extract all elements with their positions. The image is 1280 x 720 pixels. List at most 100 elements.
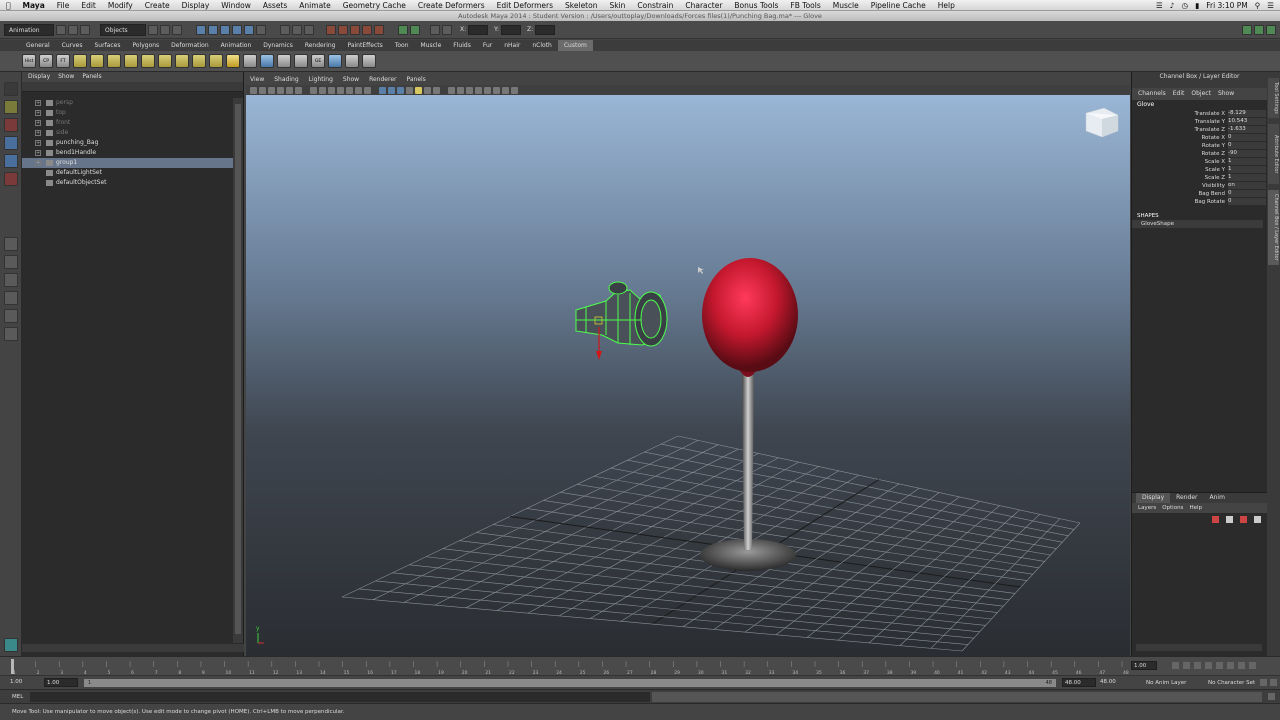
isolate-select-icon[interactable] (475, 86, 482, 94)
glove-mesh[interactable] (575, 281, 668, 347)
menu-edit-deformers[interactable]: Edit Deformers (491, 1, 559, 10)
shadows-icon[interactable] (424, 86, 431, 94)
wireframe-icon[interactable] (379, 86, 386, 94)
selected-object-name[interactable]: Glove (1132, 100, 1267, 110)
outliner-item[interactable]: + front (22, 118, 243, 128)
viewport-menu-lighting[interactable]: Lighting (309, 75, 333, 85)
xray-components-icon[interactable] (466, 86, 473, 94)
channel-attribute-row[interactable]: Bag Bend 0 (1132, 190, 1267, 198)
outliner-menu-display[interactable]: Display (28, 72, 50, 82)
command-language-label[interactable]: MEL (12, 692, 23, 702)
step-back-key-icon[interactable] (1194, 662, 1201, 669)
hypershade-icon[interactable] (362, 24, 372, 35)
smooth-shade-icon[interactable] (388, 86, 395, 94)
xray-joints-icon[interactable] (457, 86, 464, 94)
step-forward-frame-icon[interactable] (1238, 662, 1245, 669)
layer-menu-layers[interactable]: Layers (1138, 503, 1156, 513)
snap-point-icon[interactable] (220, 24, 230, 35)
history-shelf-icon[interactable]: Hist (22, 54, 36, 68)
character-set-dropdown[interactable]: No Character Set (1208, 678, 1255, 688)
viewport-menu-show[interactable]: Show (343, 75, 359, 85)
cycle-shelf-icon[interactable] (243, 54, 257, 68)
layer-h-scrollbar[interactable] (1136, 644, 1262, 651)
shelf-tab-curves[interactable]: Curves (56, 40, 89, 51)
play-forwards-icon[interactable] (1216, 662, 1223, 669)
ambient-occlusion-icon[interactable] (433, 86, 440, 94)
selection-mode-dropdown[interactable]: Objects (100, 23, 146, 36)
outliner-item[interactable]: + side (22, 128, 243, 138)
outliner-filter-field[interactable] (22, 82, 243, 92)
render-view-icon[interactable] (374, 24, 384, 35)
channel-attribute-value[interactable]: 0 (1228, 190, 1266, 197)
key-translate-shelf-icon[interactable] (90, 54, 104, 68)
key-channel-shelf-icon[interactable] (175, 54, 189, 68)
grease-pencil-icon[interactable] (295, 86, 302, 94)
menu-constrain[interactable]: Constrain (631, 1, 679, 10)
notification-icon[interactable]: ☰ (1267, 1, 1274, 10)
input-ops-icon[interactable] (280, 24, 290, 35)
bookmark-icon[interactable] (268, 86, 275, 94)
lasso-tool-icon[interactable] (4, 100, 18, 114)
select-camera-icon[interactable] (250, 86, 257, 94)
menu-window[interactable]: Window (215, 1, 257, 10)
outliner-menu-show[interactable]: Show (58, 72, 74, 82)
channel-attribute-row[interactable]: Scale Z1 (1132, 174, 1267, 182)
command-input[interactable] (30, 692, 650, 702)
render-current-icon[interactable] (326, 24, 336, 35)
menu-fb-tools[interactable]: FB Tools (784, 1, 826, 10)
channel-attribute-value[interactable]: 1 (1228, 166, 1266, 173)
channel-attribute-row[interactable]: Rotate Y0 (1132, 142, 1267, 150)
outliner-item[interactable]: + punching_Bag (22, 138, 243, 148)
paint-select-tool-icon[interactable] (4, 118, 18, 132)
set-key-shelf-icon[interactable] (73, 54, 87, 68)
expand-icon[interactable]: + (35, 100, 41, 106)
relative-transform-icon[interactable] (430, 24, 440, 35)
outliner-item[interactable]: defaultLightSet (22, 168, 243, 178)
ipr-render-icon[interactable] (338, 24, 348, 35)
channel-attribute-value[interactable]: 1 (1228, 174, 1266, 181)
channel-menu-edit[interactable]: Edit (1173, 88, 1185, 100)
channel-attribute-row[interactable]: Rotate X0 (1132, 134, 1267, 142)
resolution-gate-icon[interactable] (328, 86, 335, 94)
channel-attribute-value[interactable]: 0 (1228, 134, 1266, 141)
expand-icon[interactable]: + (35, 110, 41, 116)
playback-end-field[interactable]: 48.00 (1062, 678, 1096, 687)
channel-attribute-value[interactable]: 0 (1228, 142, 1266, 149)
channel-box-tab[interactable]: Channel Box / Layer Editor (1268, 190, 1279, 265)
menu-muscle[interactable]: Muscle (827, 1, 865, 10)
layout-four-icon[interactable] (4, 255, 18, 269)
save-scene-icon[interactable] (80, 24, 90, 35)
layout-outliner-icon[interactable] (4, 309, 18, 323)
layer-tab-render[interactable]: Render (1170, 493, 1203, 503)
snap-surface-icon[interactable] (244, 24, 254, 35)
scrollbar-thumb[interactable] (235, 104, 241, 634)
channel-attribute-value[interactable]: -8.129 (1228, 110, 1266, 117)
punching-bag[interactable] (702, 258, 798, 372)
scene-canvas[interactable]: y (246, 95, 1130, 656)
layer-menu-help[interactable]: Help (1189, 503, 1202, 513)
shelf-tab-fluids[interactable]: Fluids (447, 40, 477, 51)
new-layer-selected-icon[interactable] (1226, 516, 1233, 523)
outliner-item[interactable]: + persp (22, 98, 243, 108)
rotate-tool-icon[interactable] (4, 154, 18, 168)
attribute-editor-tab[interactable]: Attribute Editor (1268, 124, 1279, 184)
camera-attributes-icon[interactable] (259, 86, 266, 94)
script-shelf-icon[interactable] (362, 54, 376, 68)
toggle-tool-settings-icon[interactable] (1254, 24, 1264, 35)
step-forward-key-icon[interactable] (1227, 662, 1234, 669)
y-field[interactable] (501, 24, 522, 35)
time-machine-icon[interactable]: ◷ (1182, 1, 1189, 10)
textured-icon[interactable] (406, 86, 413, 94)
expand-icon[interactable]: + (35, 150, 41, 156)
rig-view-icon[interactable] (4, 638, 18, 652)
menu-file[interactable]: File (51, 1, 76, 10)
channel-menu-object[interactable]: Object (1191, 88, 1211, 100)
layout-side-icon[interactable] (4, 273, 18, 287)
menu-geometry-cache[interactable]: Geometry Cache (337, 1, 412, 10)
shelf-tab-polygons[interactable]: Polygons (126, 40, 165, 51)
apple-icon[interactable]:  (0, 1, 17, 10)
outliner-menu-panels[interactable]: Panels (82, 72, 101, 82)
key-scale-shelf-icon[interactable] (124, 54, 138, 68)
outliner-item[interactable]: defaultObjectSet (22, 178, 243, 188)
expand-icon[interactable]: + (35, 140, 41, 146)
